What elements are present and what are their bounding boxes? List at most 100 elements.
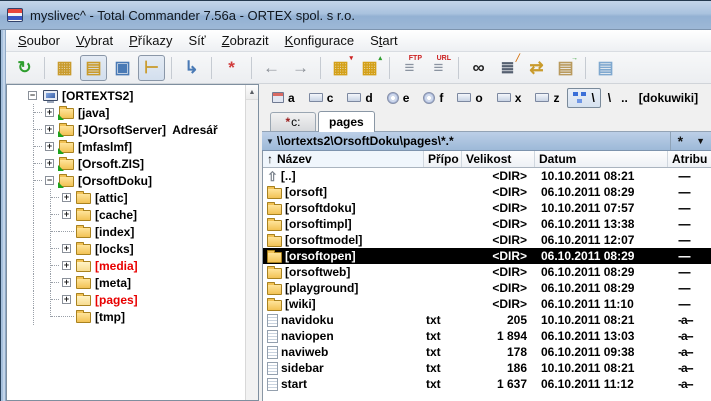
tab-pages[interactable]: pages [318,111,375,132]
file-attr: ---- [668,280,711,296]
file-row[interactable]: navidokutxt20510.10.2011 08:21-a-- [263,312,711,328]
expand-icon[interactable]: + [62,244,71,253]
drive-letter: \ [591,91,594,105]
expand-icon[interactable]: + [45,159,54,168]
collapse-icon[interactable]: − [28,91,37,100]
drive-e-button[interactable]: e [381,88,416,108]
menu-start[interactable]: Start [362,31,406,50]
menu-prikazy[interactable]: Příkazy [121,31,180,50]
file-row[interactable]: [playground]<DIR>06.10.2011 08:29---- [263,280,711,296]
tree-item[interactable]: +[cache] [7,206,245,223]
tree-item[interactable]: −[OrsoftDoku] [7,172,245,189]
header-size[interactable]: Velikost [462,151,535,167]
ftp-connect-button[interactable]: ≡FTP [396,55,423,81]
current-share-label: [dokuwiki] [639,91,698,105]
thumbnails-view-button[interactable]: ▣ [109,55,136,81]
back-button[interactable]: ← [258,55,285,81]
tree-item[interactable]: +[meta] [7,274,245,291]
expand-icon[interactable]: + [62,210,71,219]
path-bar[interactable]: ▼ \\ortexts2\OrsoftDoku\pages\*.* * ▼ [262,132,711,151]
file-row[interactable]: ⇧[..]<DIR>10.10.2011 08:21---- [263,168,711,184]
collapse-icon[interactable]: − [45,176,54,185]
network-drive-button[interactable]: \ [567,88,600,108]
expand-icon[interactable]: + [62,261,71,270]
show-all-files-button[interactable]: * [218,55,245,81]
search-button[interactable]: ∞ [465,55,492,81]
tree-item[interactable]: −[ORTEXTS2] [7,87,245,104]
brief-view-button[interactable]: ▦ [51,55,78,81]
tree-item[interactable]: [tmp] [7,308,245,325]
menu-zobrazit[interactable]: Zobrazit [214,31,277,50]
open-folder-icon [76,261,91,272]
header-name[interactable]: ↑ Název [263,151,424,167]
multi-rename-button[interactable]: ≣╱ [494,55,521,81]
expand-icon[interactable]: + [62,193,71,202]
drive-d-button[interactable]: d [341,88,378,108]
drive-f-button[interactable]: f [417,88,449,108]
expand-icon[interactable]: + [45,108,54,117]
tree-item[interactable]: +[media] [7,257,245,274]
file-name: navidoku [263,312,424,328]
file-row[interactable]: naviopentxt1 89406.10.2011 13:03-a-- [263,328,711,344]
scrollbar-track[interactable] [246,100,258,400]
hdd-drive-icon [535,93,549,102]
menu-konfigurace[interactable]: Konfigurace [277,31,362,50]
expand-icon[interactable]: + [62,295,71,304]
refresh-button[interactable]: ↻ [11,55,38,81]
pack-files-button[interactable]: ▦▾ [327,55,354,81]
tree-scrollbar[interactable]: ▲ [245,85,258,400]
copy-clipboard-button[interactable]: ▤→ [552,55,579,81]
unpack-files-button[interactable]: ▦▴ [356,55,383,81]
tree-item[interactable]: +[Orsoft.ZIS] [7,155,245,172]
tree-item[interactable]: +[mfaslmf] [7,138,245,155]
file-name-label: [orsoftdoku] [285,201,356,215]
drive-o-button[interactable]: o [451,88,488,108]
parent-dir-button[interactable]: .. [616,89,633,107]
header-date[interactable]: Datum [535,151,668,167]
notepad-button[interactable]: ▤ [592,55,619,81]
menu-vybrat[interactable]: Vybrat [68,31,121,50]
file-row[interactable]: [orsoftmodel]<DIR>06.10.2011 12:07---- [263,232,711,248]
ftp-url-button[interactable]: ≡URL [425,55,452,81]
file-row[interactable]: [wiki]<DIR>06.10.2011 11:10---- [263,296,711,312]
file-row[interactable]: naviwebtxt17806.10.2011 09:38-a-- [263,344,711,360]
expand-icon[interactable]: + [62,278,71,287]
drive-z-button[interactable]: z [529,88,565,108]
tab-c[interactable]: *c: [270,112,316,131]
file-row[interactable]: [orsoftdoku]<DIR>10.10.2011 07:57---- [263,200,711,216]
tree-item[interactable]: [index] [7,223,245,240]
header-ext[interactable]: Přípo [424,151,462,167]
file-row[interactable]: [orsoft]<DIR>06.10.2011 08:29---- [263,184,711,200]
drive-a-button[interactable]: a [266,88,301,108]
file-row[interactable]: [orsoftopen]<DIR>06.10.2011 08:29---- [263,248,711,264]
tree-guide [59,308,76,325]
file-row[interactable]: [orsoftimpl]<DIR>06.10.2011 13:38---- [263,216,711,232]
scroll-up-button[interactable]: ▲ [246,85,258,100]
header-attr[interactable]: Atribu [668,151,711,167]
tree-item[interactable]: +[java] [7,104,245,121]
forward-button[interactable]: → [287,55,314,81]
drive-x-button[interactable]: x [491,88,528,108]
file-date: 06.10.2011 08:29 [535,184,668,200]
tree-item[interactable]: +[locks] [7,240,245,257]
file-row[interactable]: [orsoftweb]<DIR>06.10.2011 08:29---- [263,264,711,280]
tree-item[interactable]: +[attic] [7,189,245,206]
favorites-button[interactable]: * [671,136,690,146]
root-dir-button[interactable]: \ [603,89,616,107]
menu-sit[interactable]: Síť [180,31,213,50]
expand-icon[interactable]: + [45,125,54,134]
branch-view-button[interactable]: ↳ [178,55,205,81]
tree-item[interactable]: +[JOrsoftServer] Adresář [7,121,245,138]
app-icon[interactable] [7,8,23,22]
menu-soubor[interactable]: Soubor [10,31,68,50]
drive-c-button[interactable]: c [303,88,340,108]
history-dropdown-button[interactable]: ▼ [690,136,711,146]
tree-view-button[interactable]: ⊢ [138,55,165,81]
file-date: 10.10.2011 08:21 [535,168,668,184]
file-row[interactable]: starttxt1 63706.10.2011 11:12-a-- [263,376,711,392]
file-row[interactable]: sidebartxt18610.10.2011 08:21-a-- [263,360,711,376]
tree-item[interactable]: +[pages] [7,291,245,308]
expand-icon[interactable]: + [45,142,54,151]
sync-dirs-button[interactable]: ⇄ [523,55,550,81]
full-view-button[interactable]: ▤ [80,55,107,81]
